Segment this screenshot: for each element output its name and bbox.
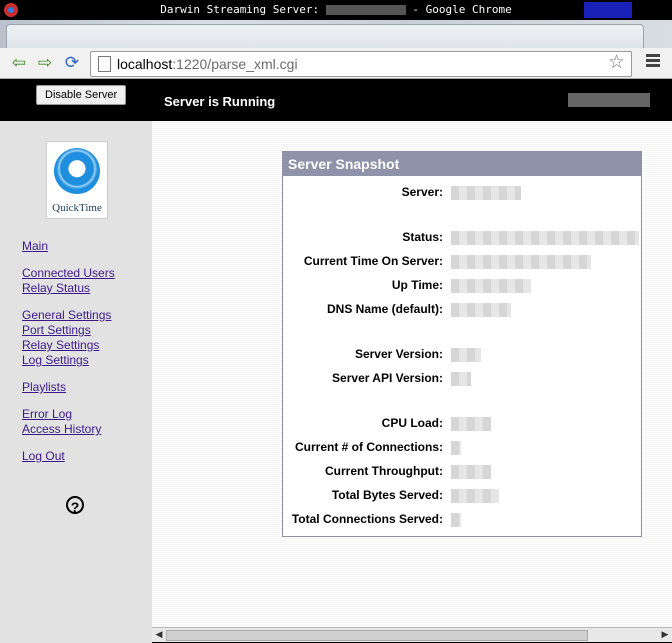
quicktime-logo: QuickTime [46,141,108,219]
redacted-value [451,279,531,293]
sidebar-link-port-settings[interactable]: Port Settings [22,323,91,337]
page-icon [98,56,111,72]
redacted-value [451,513,461,527]
redacted-value [451,186,521,200]
sidebar-link-relay-status[interactable]: Relay Status [22,281,90,295]
sidebar-link-connected-users[interactable]: Connected Users [22,266,115,280]
sidebar-link-general-settings[interactable]: General Settings [22,308,111,322]
window-title: Darwin Streaming Server: - Google Chrome [0,3,672,16]
sidebar-footer [0,627,152,643]
server-header: Disable Server Server is Running [0,79,672,121]
snapshot-row-api-version: Server API Version: [283,371,641,387]
main-panel: Server Snapshot Server: Status: Current … [152,121,672,627]
sidebar-link-log-out[interactable]: Log Out [22,449,65,463]
server-snapshot-panel: Server Snapshot Server: Status: Current … [282,151,642,537]
reload-icon[interactable]: ⟳ [61,52,83,74]
snapshot-row-cpu-load: CPU Load: [283,416,641,432]
scroll-left-arrow-icon[interactable]: ◀ [154,629,164,640]
snapshot-row-server-version: Server Version: [283,347,641,363]
scroll-right-arrow-icon[interactable]: ▶ [660,629,670,640]
help-icon[interactable]: ? [66,496,84,515]
snapshot-row-dns-name: DNS Name (default): [283,302,641,318]
window-title-suffix: - Google Chrome [405,3,512,16]
sidebar-link-main[interactable]: Main [22,239,48,253]
redacted-value [451,303,511,317]
horizontal-scrollbar[interactable]: ◀ ▶ [152,627,672,642]
page-content: Disable Server Server is Running QuickTi… [0,79,672,627]
tab-strip [0,20,672,49]
window-controls[interactable] [584,2,632,18]
forward-arrow-icon[interactable]: ⇨ [34,52,56,74]
redacted-value [451,348,481,362]
redacted-value [451,231,639,245]
disable-server-button[interactable]: Disable Server [36,85,127,105]
server-status-text: Server is Running [164,94,276,109]
sidebar-link-access-history[interactable]: Access History [22,422,101,436]
sidebar-link-log-settings[interactable]: Log Settings [22,353,89,367]
redacted-server-name [568,93,650,107]
snapshot-row-current-time: Current Time On Server: [283,254,641,270]
quicktime-logo-text: QuickTime [52,202,102,214]
menu-icon[interactable] [646,54,660,68]
quicktime-icon [54,148,100,194]
snapshot-row-current-connections: Current # of Connections: [283,440,641,456]
address-bar[interactable]: localhost:1220/parse_xml.cgi ☆ [90,51,632,77]
sidebar-link-relay-settings[interactable]: Relay Settings [22,338,99,352]
browser-tab[interactable] [6,24,644,49]
snapshot-row-status: Status: [283,230,641,246]
url-host: localhost [117,56,173,72]
bookmark-star-icon[interactable]: ☆ [608,52,625,74]
redacted-value [451,255,591,269]
window-title-prefix: Darwin Streaming Server: [160,3,326,16]
sidebar: QuickTime Main Connected Users Relay Sta… [0,121,152,627]
snapshot-row-total-bytes: Total Bytes Served: [283,488,641,504]
snapshot-title: Server Snapshot [283,152,641,176]
redacted-value [451,465,491,479]
back-arrow-icon[interactable]: ⇦ [8,52,30,74]
snapshot-row-up-time: Up Time: [283,278,641,294]
snapshot-row-server: Server: [283,185,641,201]
redacted-value [451,441,461,455]
sidebar-link-error-log[interactable]: Error Log [22,407,72,421]
sidebar-link-playlists[interactable]: Playlists [22,380,66,394]
snapshot-row-total-connections: Total Connections Served: [283,512,641,528]
redacted-value [451,417,491,431]
scrollbar-thumb[interactable] [166,630,588,641]
browser-toolbar: ⇦ ⇨ ⟳ localhost:1220/parse_xml.cgi ☆ [0,48,672,79]
redacted-value [451,372,471,386]
window-titlebar: Darwin Streaming Server: - Google Chrome [0,0,672,20]
url-text[interactable]: localhost:1220/parse_xml.cgi [117,56,298,72]
redacted-value [451,489,499,503]
url-path: :1220/parse_xml.cgi [172,56,298,72]
redacted-hostname [325,5,406,15]
snapshot-row-current-throughput: Current Throughput: [283,464,641,480]
